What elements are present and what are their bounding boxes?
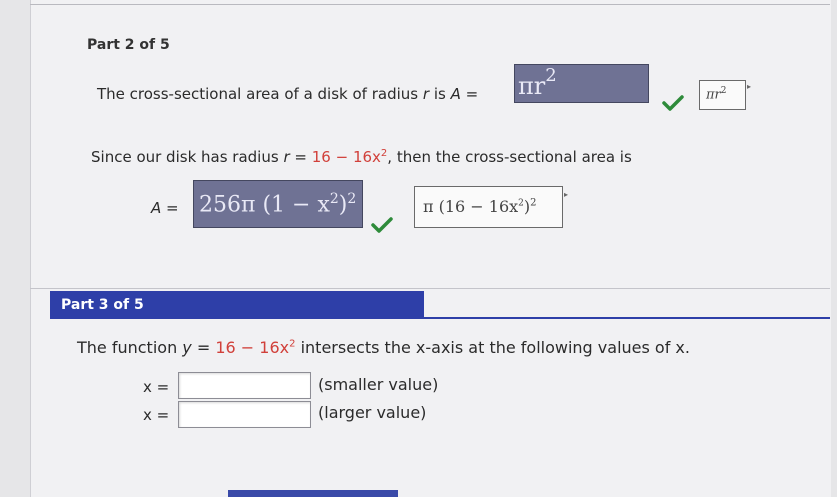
part3-question: The function y = 16 − 16x2 intersects th… <box>77 338 690 357</box>
q2-correct-answer: π (16 − 16x2)2 <box>414 186 563 228</box>
q2-student-outer-exp: 2 <box>347 191 357 207</box>
q2-prefix: Since our disk has radius <box>91 148 279 166</box>
q2-radius-expr-text: 16 − 16x <box>311 148 381 166</box>
part2-header: Part 2 of 5 <box>87 37 170 53</box>
check-icon <box>662 95 684 111</box>
p3-suffix: intersects the x-axis at the following v… <box>300 338 690 357</box>
p3-func-expr: 16 − 16x2 <box>215 338 295 357</box>
q2-correct-outer-exp: 2 <box>530 197 537 209</box>
q1-equals: = <box>465 85 479 103</box>
q2-student-inner-exp: 2 <box>329 191 339 207</box>
check-icon <box>371 217 393 233</box>
p3-prefix: The function <box>77 338 178 357</box>
q1-correct-answer: πr2 <box>699 80 746 110</box>
q1-student-answer[interactable]: πr2 <box>514 64 649 103</box>
part3-header: Part 3 of 5 <box>50 291 424 317</box>
q2-equals2: = <box>166 199 179 217</box>
p3-func-exp: 2 <box>289 338 296 350</box>
section-divider <box>30 288 830 289</box>
part2-question2: Since our disk has radius r = 16 − 16x2,… <box>91 148 632 166</box>
p3-equals: = <box>196 338 211 357</box>
q1-prefix: The cross-sectional area of a disk of ra… <box>97 85 419 103</box>
q2-radius-expr: 16 − 16x2 <box>312 148 388 166</box>
larger-value-input[interactable] <box>178 401 311 428</box>
q1-correct-answer-text: πr <box>706 87 721 103</box>
input1-hint: (smaller value) <box>318 375 439 394</box>
q2-var-r: r <box>283 148 290 166</box>
q2-student-answer[interactable]: 256π (1 − x2)2 <box>193 180 363 228</box>
q1-is: is <box>433 85 446 103</box>
p3-func-expr-text: 16 − 16x <box>215 338 290 357</box>
p3-var-y: y <box>182 338 192 357</box>
bottom-tab <box>228 490 398 497</box>
q2-student-answer-text: 256π (1 − x <box>199 192 330 218</box>
part2-question1: The cross-sectional area of a disk of ra… <box>97 85 478 103</box>
q1-student-answer-exp: 2 <box>545 65 557 86</box>
q2-suffix: , then the cross-sectional area is <box>387 148 632 166</box>
q2-correct-answer-text: π (16 − 16x <box>423 197 519 216</box>
expand-arrow-icon[interactable]: ▸ <box>747 82 751 91</box>
q2-var-a: A <box>151 199 162 217</box>
q1-var-r: r <box>422 85 430 103</box>
q1-var-a: A <box>450 85 461 103</box>
input1-label: x = <box>143 378 170 396</box>
top-divider <box>30 4 830 5</box>
expand-arrow-icon[interactable]: ▸ <box>564 190 568 199</box>
q2-a-label: A = <box>151 199 179 217</box>
input2-label: x = <box>143 406 170 424</box>
part3-header-rule <box>50 317 830 319</box>
q1-correct-answer-exp: 2 <box>720 86 727 96</box>
input2-hint: (larger value) <box>318 403 427 422</box>
smaller-value-input[interactable] <box>178 372 311 399</box>
q1-student-answer-text: πr <box>518 72 546 100</box>
q2-equals: = <box>294 148 307 166</box>
